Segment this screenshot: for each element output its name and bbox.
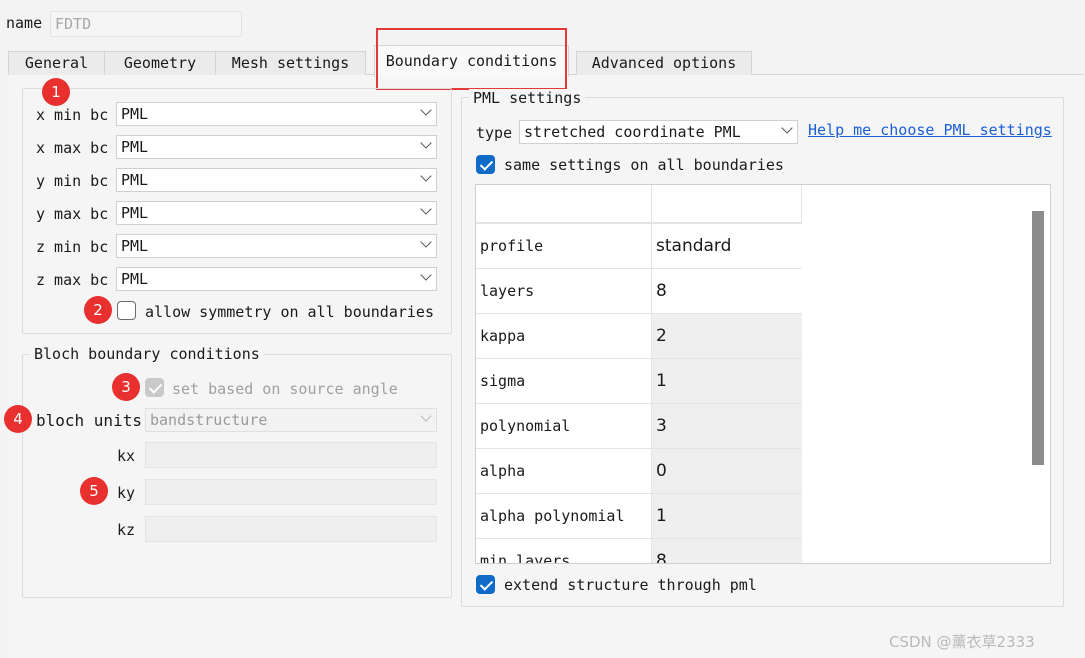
chevron-down-icon — [420, 104, 432, 116]
help-choose-pml-link[interactable]: Help me choose PML settings — [808, 121, 1052, 139]
table-row: min layers 8 — [476, 538, 802, 563]
z-max-bc-value: PML — [121, 270, 149, 288]
row-name: profile — [476, 224, 652, 269]
name-field[interactable]: FDTD — [50, 11, 242, 37]
row-value[interactable]: standard — [652, 224, 802, 269]
z-min-bc-select[interactable]: PML — [116, 234, 437, 258]
pml-group-title: PML settings — [469, 89, 586, 107]
row-value[interactable]: 2 — [652, 314, 802, 359]
table-header-value-col — [652, 185, 802, 223]
y-max-bc-value: PML — [121, 204, 149, 222]
allow-symmetry-label: allow symmetry on all boundaries — [145, 303, 434, 321]
same-settings-checkbox[interactable] — [476, 155, 495, 174]
name-label: name — [6, 14, 43, 32]
y-min-bc-select[interactable]: PML — [116, 168, 437, 192]
table-row: kappa 2 — [476, 313, 802, 359]
x-min-bc-value: PML — [121, 105, 149, 123]
source-angle-checkbox[interactable] — [145, 378, 164, 397]
x-min-bc-select[interactable]: PML — [116, 102, 437, 126]
row-value[interactable]: 1 — [652, 494, 802, 539]
x-max-bc-select[interactable]: PML — [116, 135, 437, 159]
bloch-units-label: bloch units — [36, 411, 142, 430]
row-name: sigma — [476, 359, 652, 404]
source-angle-label: set based on source angle — [172, 380, 398, 398]
table-row: polynomial 3 — [476, 403, 802, 449]
y-min-bc-value: PML — [121, 171, 149, 189]
ky-label: ky — [117, 484, 136, 502]
chevron-down-icon — [420, 410, 432, 422]
annotation-badge-2: 2 — [84, 296, 112, 324]
row-value[interactable]: 3 — [652, 404, 802, 449]
chevron-down-icon — [420, 137, 432, 149]
tab-advanced-options[interactable]: Advanced options — [576, 51, 752, 75]
row-name: kappa — [476, 314, 652, 359]
tab-boundary-conditions[interactable]: Boundary conditions — [374, 45, 569, 77]
table-row: sigma 1 — [476, 358, 802, 404]
y-min-bc-label: y min bc — [36, 172, 109, 190]
row-value[interactable]: 8 — [652, 539, 802, 563]
kz-label: kz — [117, 521, 136, 539]
row-value[interactable]: 0 — [652, 449, 802, 494]
x-min-bc-label: x min bc — [36, 106, 109, 124]
allow-symmetry-checkbox[interactable] — [117, 301, 136, 320]
kx-field[interactable] — [145, 442, 437, 468]
row-value[interactable]: 8 — [652, 269, 802, 314]
x-max-bc-value: PML — [121, 138, 149, 156]
tab-general[interactable]: General — [8, 51, 105, 75]
tab-mesh-settings[interactable]: Mesh settings — [215, 51, 366, 75]
chevron-down-icon — [420, 236, 432, 248]
table-row: alpha 0 — [476, 448, 802, 494]
bloch-units-select[interactable]: bandstructure — [145, 408, 437, 432]
table-scrollbar-thumb[interactable] — [1032, 211, 1044, 465]
table-header-name-col — [476, 185, 652, 223]
kx-label: kx — [117, 447, 136, 465]
row-name: alpha — [476, 449, 652, 494]
annotation-badge-5: 5 — [80, 477, 108, 505]
annotation-badge-3: 3 — [112, 373, 140, 401]
z-max-bc-label: z max bc — [36, 271, 109, 289]
bloch-units-value: bandstructure — [150, 411, 268, 429]
z-min-bc-label: z min bc — [36, 238, 109, 256]
same-settings-label: same settings on all boundaries — [504, 156, 784, 174]
annotation-badge-1: 1 — [42, 78, 70, 106]
chevron-down-icon — [420, 203, 432, 215]
kz-field[interactable] — [145, 516, 437, 542]
chevron-down-icon — [781, 122, 793, 134]
x-max-bc-label: x max bc — [36, 139, 109, 157]
row-name: min layers — [476, 539, 652, 563]
chevron-down-icon — [420, 269, 432, 281]
row-value[interactable]: 1 — [652, 359, 802, 404]
pml-type-value: stretched coordinate PML — [524, 123, 741, 141]
table-header — [476, 185, 802, 223]
table-row: layers 8 — [476, 268, 802, 314]
y-max-bc-select[interactable]: PML — [116, 201, 437, 225]
watermark: CSDN @薰衣草2333 — [889, 633, 1035, 651]
bloch-group-title: Bloch boundary conditions — [30, 345, 264, 363]
table-row: profile standard — [476, 223, 802, 269]
z-min-bc-value: PML — [121, 237, 149, 255]
table-row: alpha polynomial 1 — [476, 493, 802, 539]
row-name: layers — [476, 269, 652, 314]
pml-type-select[interactable]: stretched coordinate PML — [519, 120, 798, 144]
pml-settings-table: profile standard layers 8 kappa 2 sigma … — [475, 184, 1051, 564]
extend-structure-label: extend structure through pml — [504, 576, 757, 594]
extend-structure-checkbox[interactable] — [476, 575, 495, 594]
y-max-bc-label: y max bc — [36, 205, 109, 223]
row-name: polynomial — [476, 404, 652, 449]
chevron-down-icon — [420, 170, 432, 182]
pml-type-label: type — [476, 124, 513, 142]
z-max-bc-select[interactable]: PML — [116, 267, 437, 291]
ky-field[interactable] — [145, 479, 437, 505]
tab-geometry[interactable]: Geometry — [104, 51, 216, 75]
row-name: alpha polynomial — [476, 494, 652, 539]
annotation-badge-4: 4 — [4, 405, 32, 433]
